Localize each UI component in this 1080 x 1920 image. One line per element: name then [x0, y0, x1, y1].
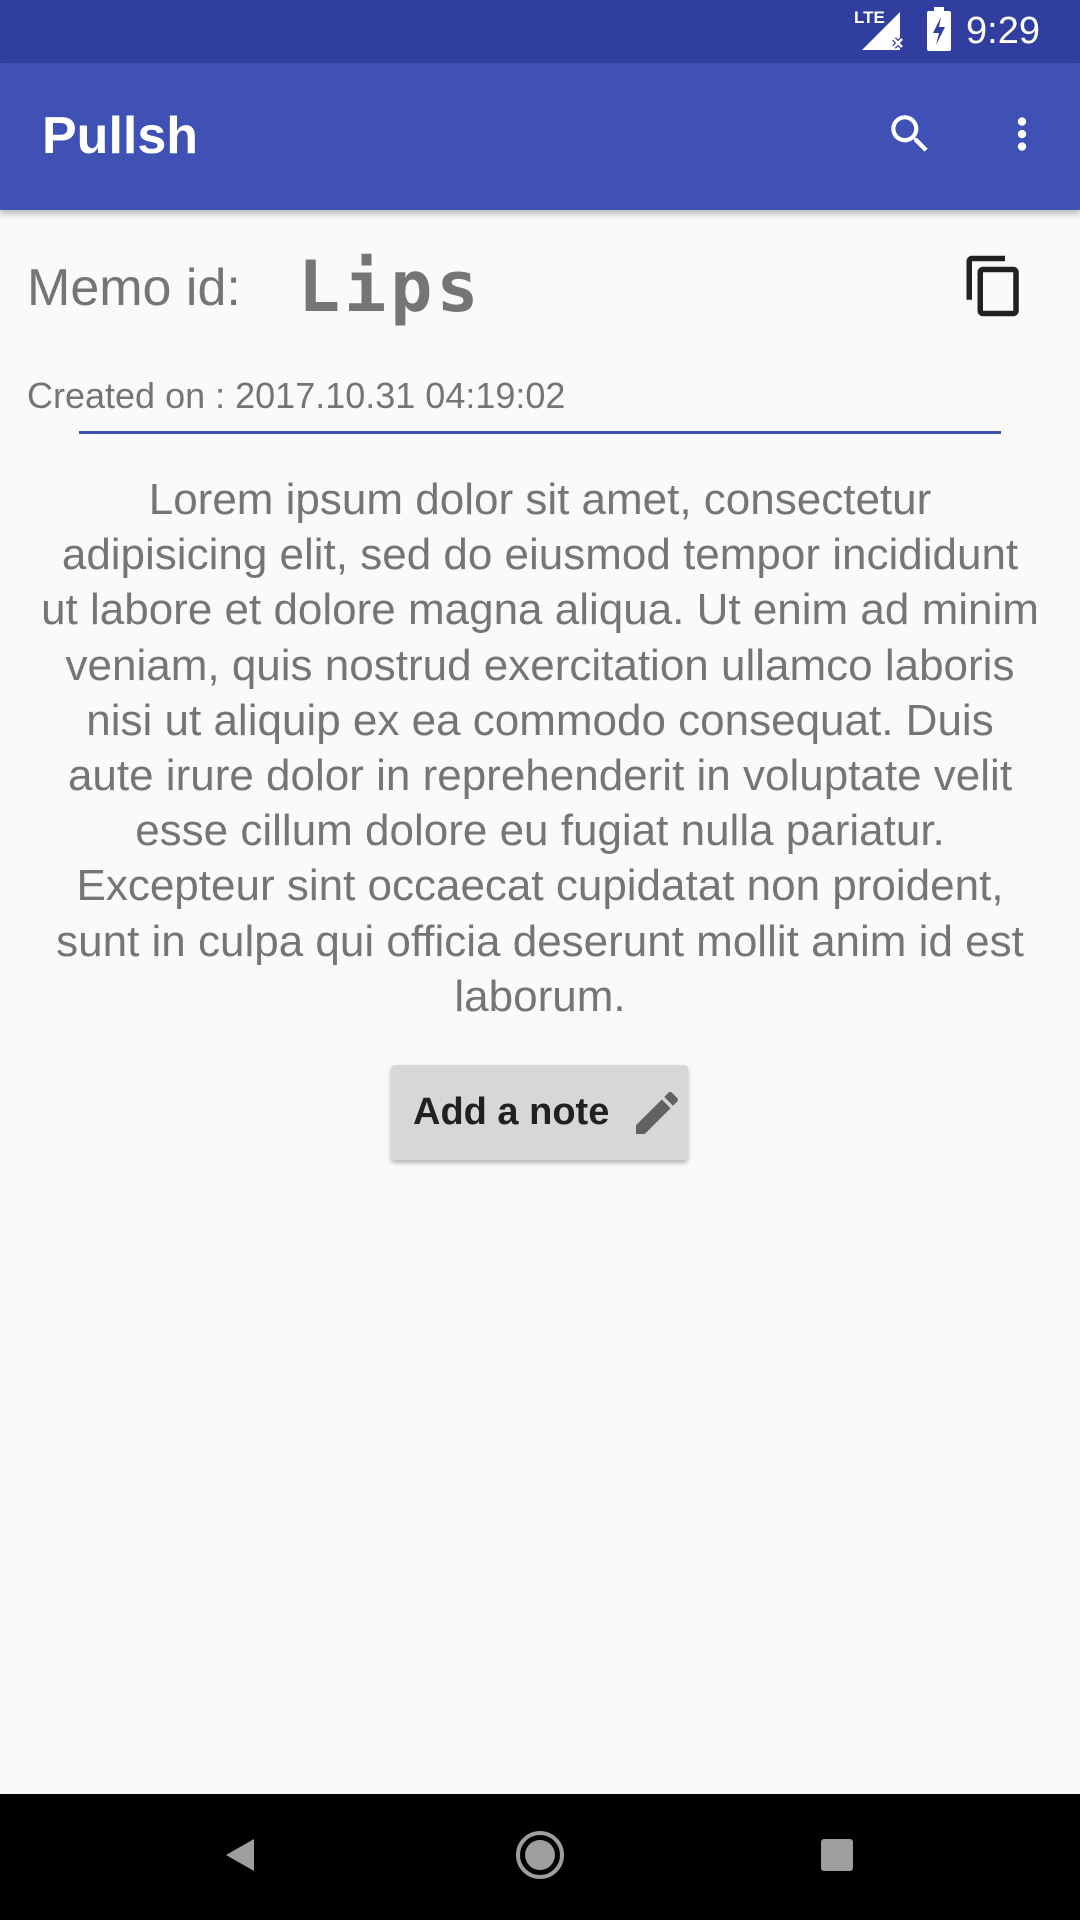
status-bar: LTE 9:29 — [0, 0, 1080, 63]
memo-body-text: Lorem ipsum dolor sit amet, consectetur … — [41, 475, 1039, 1021]
signal-icon: LTE — [854, 6, 912, 57]
back-button[interactable] — [200, 1817, 280, 1897]
navigation-bar — [0, 1794, 1080, 1920]
status-time: 9:29 — [966, 10, 1040, 52]
more-options-button[interactable] — [980, 94, 1064, 178]
copy-button[interactable] — [956, 250, 1032, 326]
search-icon — [885, 109, 935, 164]
app-title: Pullsh — [42, 107, 199, 165]
copy-icon — [961, 253, 1027, 324]
recents-button[interactable] — [797, 1817, 877, 1897]
app-bar: Pullsh — [0, 63, 1080, 210]
created-on-text: Created on : 2017.10.31 04:19:02 — [27, 375, 566, 416]
add-note-label: Add a note — [413, 1091, 610, 1133]
home-button[interactable] — [500, 1817, 580, 1897]
add-note-button[interactable]: Add a note — [391, 1065, 688, 1160]
recents-icon — [817, 1835, 857, 1880]
pencil-icon — [629, 1085, 685, 1141]
memo-id-label: Memo id: — [27, 259, 241, 317]
network-type-label: LTE — [854, 8, 885, 27]
more-vert-icon — [997, 109, 1047, 164]
divider — [79, 431, 1001, 434]
search-button[interactable] — [868, 94, 952, 178]
memo-id-value: Lips — [298, 246, 483, 328]
battery-charging-icon — [926, 6, 952, 57]
status-icons: LTE 9:29 — [854, 0, 1040, 63]
back-icon — [218, 1833, 262, 1882]
home-icon — [514, 1829, 566, 1886]
